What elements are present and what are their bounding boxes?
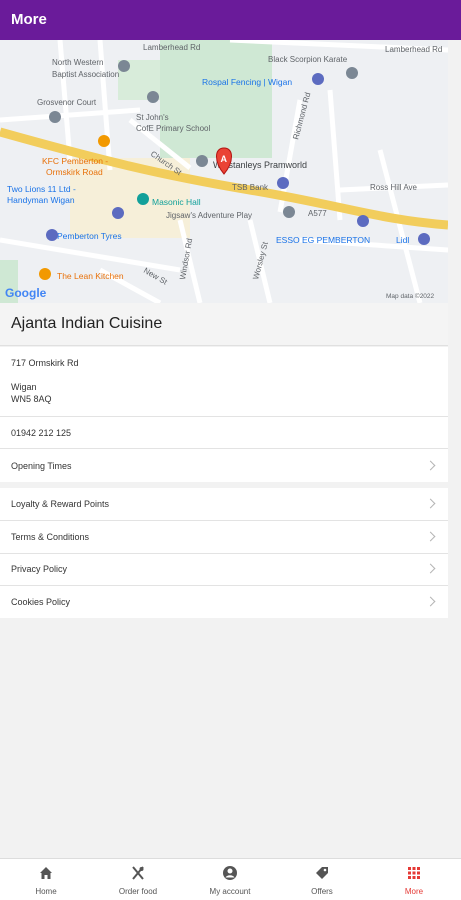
nav-offers-label: Offers xyxy=(311,887,333,896)
road xyxy=(0,107,141,123)
loyalty-label: Loyalty & Reward Points xyxy=(11,499,110,509)
nav-order-food[interactable]: Order food xyxy=(92,859,184,900)
map-label: ESSO EG PEMBERTON xyxy=(276,235,370,245)
chevron-right-icon xyxy=(425,531,436,542)
opening-times-label: Opening Times xyxy=(11,461,72,471)
terms-label: Terms & Conditions xyxy=(11,532,90,542)
nav-more[interactable]: More xyxy=(368,859,460,900)
map-label: CofE Primary School xyxy=(136,124,210,133)
restaurant-name-bar: Ajanta Indian Cuisine xyxy=(0,303,448,346)
privacy-label: Privacy Policy xyxy=(11,564,68,574)
loyalty-row[interactable]: Loyalty & Reward Points xyxy=(0,488,448,520)
park-area xyxy=(160,40,272,158)
opening-times-row[interactable]: Opening Times xyxy=(0,449,448,482)
map-label: Lamberhead Rd xyxy=(385,45,442,54)
map-label: Rospal Fencing | Wigan xyxy=(202,77,292,87)
cookies-label: Cookies Policy xyxy=(11,597,71,607)
google-logo: Google xyxy=(5,286,47,300)
map-hall-icon xyxy=(137,193,149,205)
map-label: Lidl xyxy=(396,235,409,245)
cookies-row[interactable]: Cookies Policy xyxy=(0,586,448,618)
privacy-row[interactable]: Privacy Policy xyxy=(0,554,448,585)
cutlery-icon xyxy=(132,866,144,880)
map-label: Jigsaw's Adventure Play xyxy=(166,211,252,220)
chevron-right-icon xyxy=(425,563,436,574)
map-label: Pemberton Tyres xyxy=(57,231,122,241)
terms-row[interactable]: Terms & Conditions xyxy=(0,521,448,553)
map-label: Ormskirk Road xyxy=(46,167,103,177)
road xyxy=(377,149,423,303)
road xyxy=(0,237,181,273)
chevron-right-icon xyxy=(425,498,436,509)
chevron-right-icon xyxy=(425,596,436,607)
bottom-navigation: Home Order food My account Offers More xyxy=(0,858,461,900)
nav-more-label: More xyxy=(404,887,424,896)
map-label: Black Scorpion Karate xyxy=(268,55,348,64)
map-label: St John's xyxy=(136,113,169,122)
map-label: Baptist Association xyxy=(52,70,119,79)
location-map[interactable]: Lamberhead Rd Lamberhead Rd North Wester… xyxy=(0,40,448,303)
map-label: TSB Bank xyxy=(232,183,269,192)
map-label: A577 xyxy=(308,209,327,218)
map-label: Two Lions 11 Ltd - xyxy=(7,184,76,194)
map-label: Handyman Wigan xyxy=(7,195,75,205)
nav-my-account-label: My account xyxy=(209,887,251,896)
nav-my-account[interactable]: My account xyxy=(184,859,276,900)
phone-number[interactable]: 01942 212 125 xyxy=(11,428,71,438)
location-marker-icon: A xyxy=(216,147,232,175)
nav-home-label: Home xyxy=(35,887,57,896)
svg-text:A: A xyxy=(221,154,228,164)
map-label: Grosvenor Court xyxy=(37,98,97,107)
app-bar: More xyxy=(0,0,461,40)
map-label: KFC Pemberton - xyxy=(42,156,108,166)
map-label: The Lean Kitchen xyxy=(57,271,124,281)
address-card: 717 Ormskirk Rd Wigan WN5 8AQ xyxy=(0,347,448,416)
phone-row[interactable]: 01942 212 125 xyxy=(0,417,448,448)
map-attribution: Map data ©2022 xyxy=(386,292,435,300)
nav-home[interactable]: Home xyxy=(0,859,92,900)
tag-icon xyxy=(316,867,328,879)
map-label: Richmond Rd xyxy=(291,91,312,140)
address-city: Wigan xyxy=(11,382,37,392)
nav-offers[interactable]: Offers xyxy=(276,859,368,900)
address-line: 717 Ormskirk Rd xyxy=(11,358,79,368)
page-title: More xyxy=(11,11,47,28)
map-label: Lamberhead Rd xyxy=(143,43,200,52)
address-postcode: WN5 8AQ xyxy=(11,394,52,404)
road xyxy=(327,89,343,221)
account-icon xyxy=(223,866,237,880)
map-label: Ross Hill Ave xyxy=(370,183,418,192)
home-icon xyxy=(40,867,52,879)
restaurant-name: Ajanta Indian Cuisine xyxy=(11,315,163,332)
nav-order-food-label: Order food xyxy=(118,887,158,896)
grid-icon xyxy=(408,867,420,879)
map-label: Masonic Hall xyxy=(152,197,201,207)
chevron-right-icon xyxy=(425,460,436,471)
map-label: North Western xyxy=(52,58,103,67)
